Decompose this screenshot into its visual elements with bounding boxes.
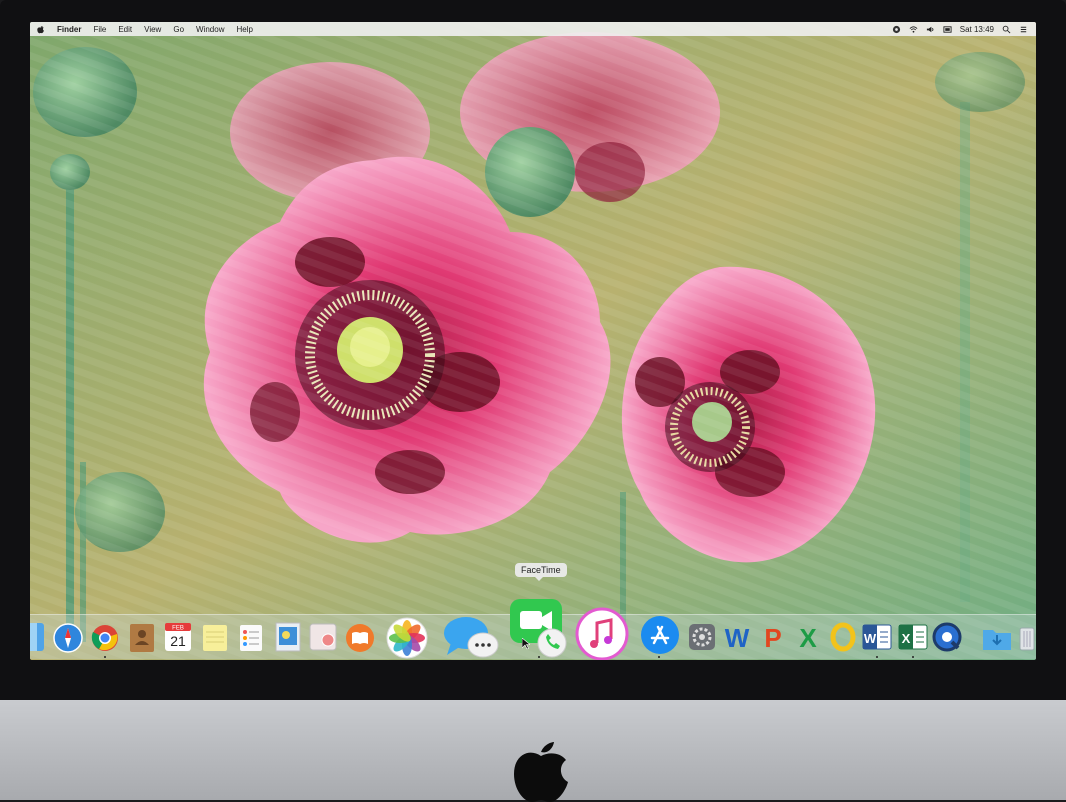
menu-go[interactable]: Go: [173, 25, 184, 34]
facetime-icon[interactable]: [508, 597, 570, 659]
system-preferences-icon[interactable]: [686, 621, 718, 653]
downloads-folder-icon[interactable]: [980, 621, 1014, 655]
quicktime-icon[interactable]: [930, 620, 964, 654]
menu-help[interactable]: Help: [236, 25, 252, 34]
running-indicator: [538, 656, 540, 658]
wps-spreadsheets-icon[interactable]: X: [791, 620, 825, 654]
books-icon[interactable]: [344, 622, 376, 654]
running-indicator: [876, 656, 878, 658]
running-indicator: [104, 656, 106, 658]
running-indicator: [658, 656, 660, 658]
menu-bar: Finder File Edit View Go Window Help Sat…: [30, 22, 1036, 36]
apple-logo-icon: [514, 742, 568, 802]
search-icon[interactable]: [1002, 25, 1011, 34]
app-store-icon[interactable]: [638, 613, 682, 657]
safari-icon[interactable]: [52, 622, 84, 654]
menu-window[interactable]: Window: [196, 25, 224, 34]
openoffice-icon[interactable]: [826, 620, 860, 654]
svg-text:W: W: [864, 631, 877, 646]
wps-presentation-icon[interactable]: P: [756, 620, 790, 654]
menu-file[interactable]: File: [93, 25, 106, 34]
menu-view[interactable]: View: [144, 25, 161, 34]
calendar-day: 21: [170, 633, 186, 649]
wifi-icon[interactable]: [909, 25, 918, 34]
menu-edit[interactable]: Edit: [118, 25, 132, 34]
running-indicator: [912, 656, 914, 658]
list-icon[interactable]: [1019, 25, 1028, 34]
dock: FEB 21 W P X W X: [30, 599, 1036, 660]
calendar-icon[interactable]: FEB 21: [163, 621, 193, 653]
contacts-icon[interactable]: [127, 622, 157, 654]
menu-finder[interactable]: Finder: [57, 25, 81, 34]
photos-icon[interactable]: [385, 616, 429, 660]
itunes-icon[interactable]: [575, 607, 629, 660]
menu-clock[interactable]: Sat 13:49: [960, 25, 994, 34]
svg-text:X: X: [799, 623, 817, 653]
preview-icon[interactable]: [272, 620, 304, 654]
word-icon[interactable]: W: [860, 620, 894, 654]
notes-icon[interactable]: [200, 622, 230, 654]
mouse-cursor: [522, 638, 530, 650]
apple-icon[interactable]: [36, 25, 45, 34]
cloud-icon[interactable]: [892, 25, 901, 34]
svg-text:X: X: [902, 631, 911, 646]
finder-icon[interactable]: [30, 623, 44, 651]
chrome-icon[interactable]: [89, 622, 121, 654]
svg-text:P: P: [764, 623, 781, 653]
svg-text:W: W: [725, 623, 750, 653]
trash-icon[interactable]: [1018, 621, 1036, 653]
reminders-icon[interactable]: [236, 622, 266, 654]
wps-writer-icon[interactable]: W: [720, 620, 754, 654]
desktop-screen: Finder File Edit View Go Window Help Sat…: [30, 22, 1036, 660]
photo-booth-icon[interactable]: [307, 621, 339, 653]
dock-tooltip: FaceTime: [515, 563, 567, 581]
volume-icon[interactable]: [926, 25, 935, 34]
messages-icon[interactable]: [440, 615, 500, 660]
battery-icon[interactable]: [943, 25, 952, 34]
excel-icon[interactable]: X: [896, 620, 930, 654]
calendar-month: FEB: [172, 626, 184, 632]
